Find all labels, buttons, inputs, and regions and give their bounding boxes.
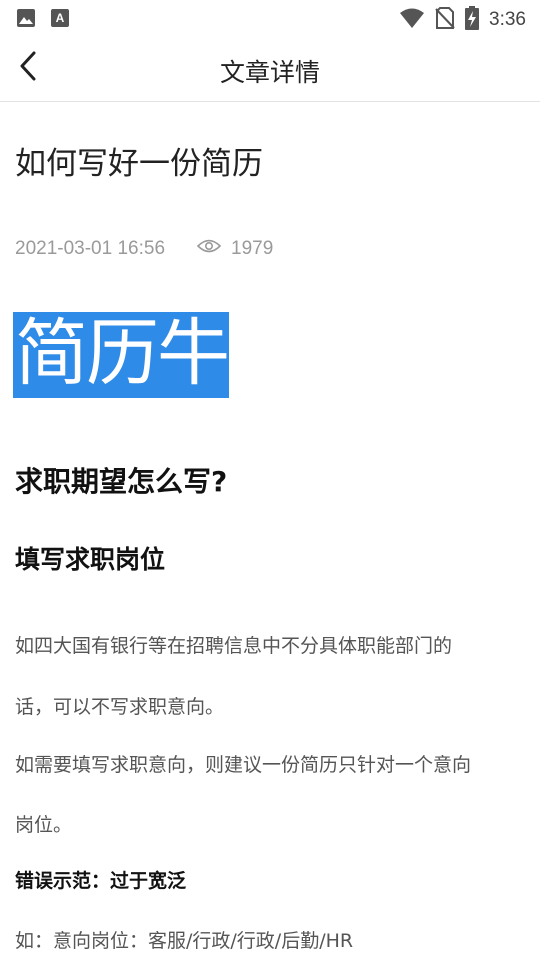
example-line: 如：意向岗位：客服/行政/行政/后勤/HR <box>15 930 354 952</box>
wifi-icon <box>399 7 425 33</box>
view-count-value: 1979 <box>231 238 274 259</box>
page-title: 文章详情 <box>219 58 320 87</box>
status-bar: A 3:36 <box>0 0 540 36</box>
status-time: 3:36 <box>489 9 526 30</box>
publish-date: 2021-03-01 16:56 <box>15 238 166 259</box>
battery-charging-icon <box>465 6 480 34</box>
paragraph-line: 话，可以不写求职意向。 <box>15 696 225 718</box>
hero-banner: 简历牛 <box>13 311 230 398</box>
subsection-heading: 填写求职岗位 <box>15 545 166 574</box>
no-sim-icon <box>435 7 455 33</box>
section-heading: 求职期望怎么写? <box>15 465 228 498</box>
app-bar: 文章详情 <box>0 36 540 102</box>
article-title: 如何写好一份简历 <box>15 146 263 182</box>
article-meta: 2021-03-01 16:56 1979 <box>15 238 273 260</box>
paragraph-line: 如四大国有银行等在招聘信息中不分具体职能部门的 <box>15 635 453 657</box>
view-count: 1979 <box>196 238 274 260</box>
svg-text:A: A <box>56 11 65 25</box>
eye-icon <box>196 238 222 260</box>
image-icon <box>16 8 36 32</box>
bold-label: 错误示范：过于宽泛 <box>15 870 187 892</box>
paragraph-line: 如需要填写求职意向，则建议一份简历只针对一个意向 <box>15 754 472 776</box>
paragraph-line: 岗位。 <box>15 814 73 836</box>
text-a-icon: A <box>50 8 70 32</box>
